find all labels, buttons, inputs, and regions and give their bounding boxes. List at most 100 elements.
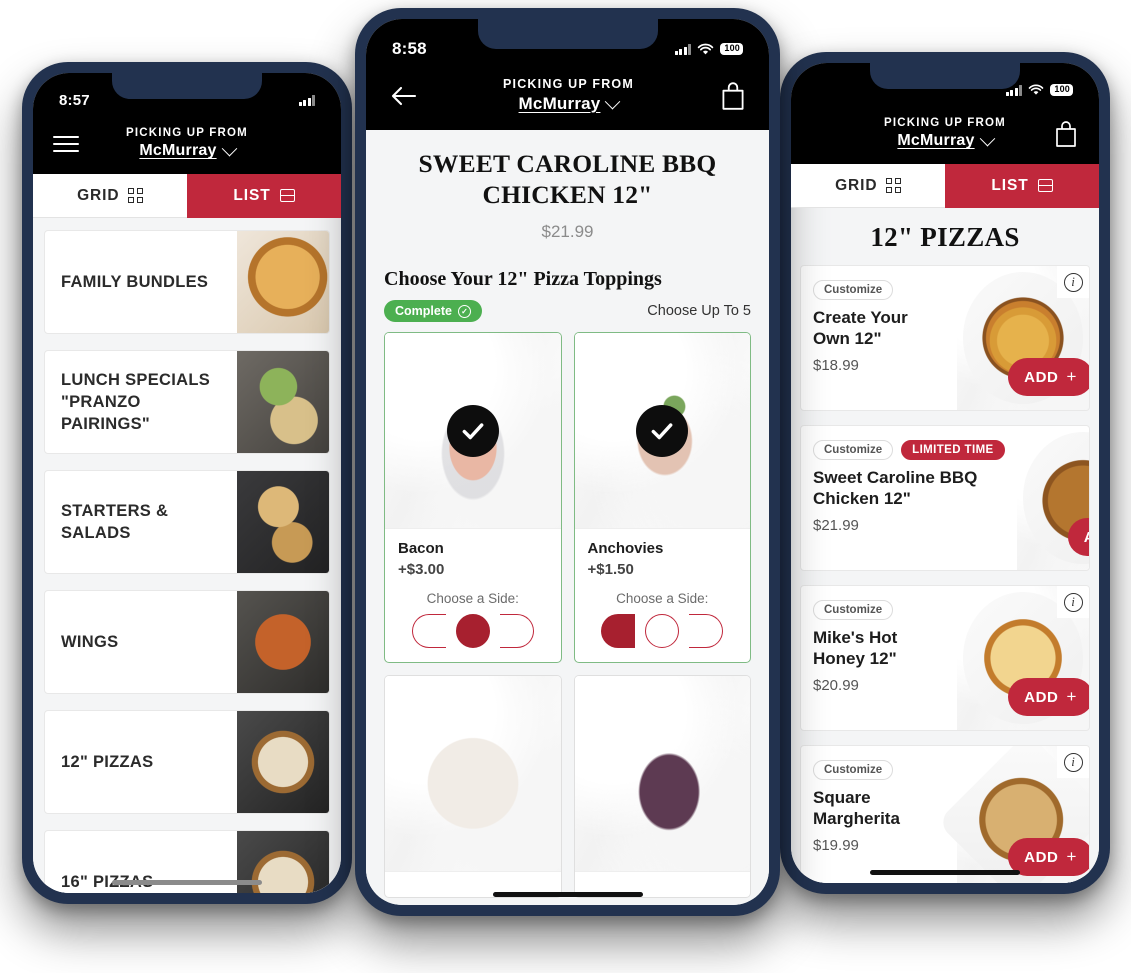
category-list[interactable]: FAMILY BUNDLES LUNCH SPECIALS "PRANZO PA… [33,218,341,893]
add-button[interactable]: ADD + [1008,678,1089,716]
menu-item-row[interactable]: Customize Create Your Own 12" $18.99 i A… [800,265,1090,411]
add-button-label: ADD [1024,688,1059,706]
tab-list[interactable]: LIST [945,164,1099,208]
selected-check-icon [636,404,689,457]
topping-card[interactable]: Anchovies +$1.50 Choose a Side: [573,332,751,664]
back-arrow-icon[interactable] [388,85,418,107]
right-phone-screen: 100 PICKING UP FROM McMurray GRID LIST 1… [791,63,1099,883]
category-row[interactable]: 12" PIZZAS [44,710,330,814]
right-phone-notch [870,63,1020,89]
customize-chip[interactable]: Customize [813,600,894,620]
status-time: 8:58 [392,39,427,58]
category-thumbnail [237,231,329,333]
left-phone: 8:57 PICKING UP FROM McMurray GRID LIST … [22,62,352,904]
tab-grid[interactable]: GRID [791,164,945,208]
item-details: Customize Mike's Hot Honey 12" $20.99 [801,586,957,730]
tab-grid[interactable]: GRID [33,174,187,218]
hamburger-icon[interactable] [53,135,79,152]
category-row[interactable]: STARTERS & SALADS [44,470,330,574]
store-name: McMurray [518,94,601,113]
tab-list[interactable]: LIST [187,174,341,218]
side-left-half[interactable] [411,614,446,649]
store-selector[interactable]: McMurray [139,140,237,160]
item-price: $20.99 [813,676,859,694]
category-label: LUNCH SPECIALS "PRANZO PAIRINGS" [61,370,211,434]
side-right-half[interactable] [689,614,724,649]
add-button[interactable]: ADD + [1008,358,1089,396]
category-label: 12" PIZZAS [61,752,154,771]
detail-header: SWEET CAROLINE BBQ CHICKEN 12" $21.99 [366,130,769,250]
detail-price: $21.99 [541,222,594,242]
category-label: FAMILY BUNDLES [61,272,209,291]
item-price: $21.99 [813,516,859,534]
category-thumbnail [237,471,329,573]
item-list[interactable]: Customize Create Your Own 12" $18.99 i A… [791,265,1099,883]
add-button[interactable]: ADD + [1008,838,1089,876]
topping-card[interactable] [384,675,562,899]
category-thumbnail [237,711,329,813]
shopping-bag-icon[interactable] [1053,119,1079,149]
item-chips: Customize [813,280,945,300]
info-icon[interactable]: i [1057,586,1089,618]
category-row[interactable]: WINGS [44,590,330,694]
limited-time-badge: LIMITED TIME [901,440,1005,460]
store-selector[interactable]: McMurray [518,93,621,114]
side-selector[interactable] [398,614,548,649]
info-icon[interactable]: i [1057,266,1089,298]
topping-image [385,676,561,873]
info-icon[interactable]: i [1057,746,1089,778]
plus-icon: + [1066,367,1077,386]
category-row[interactable]: LUNCH SPECIALS "PRANZO PAIRINGS" [44,350,330,454]
left-pickup-block: PICKING UP FROM McMurray [79,127,295,160]
side-right-half[interactable] [499,614,534,649]
home-indicator [870,869,1020,875]
topping-grid[interactable]: Bacon +$3.00 Choose a Side: Anchovies +$… [366,322,769,905]
customize-chip[interactable]: Customize [813,280,894,300]
status-indicators: 100 [674,43,743,56]
item-thumbnail: i ADD + [936,746,1089,883]
check-circle-icon: ✓ [457,304,471,318]
center-app-bar: PICKING UP FROM McMurray [366,71,769,130]
side-whole[interactable] [455,614,490,649]
chevron-down-icon [605,93,621,109]
menu-item-row[interactable]: Customize Square Margherita $19.99 i ADD… [800,745,1090,883]
store-selector[interactable]: McMurray [897,130,995,150]
category-row[interactable]: FAMILY BUNDLES [44,230,330,334]
modifier-group-title: Choose Your 12" Pizza Toppings [384,268,662,291]
status-indicators: 100 [1005,84,1073,96]
item-details: Customize Create Your Own 12" $18.99 [801,266,957,410]
section-title: 12" PIZZAS [791,208,1099,265]
customize-chip[interactable]: Customize [813,760,894,780]
side-whole[interactable] [645,614,680,649]
item-chips: Customize [813,600,945,620]
side-selector[interactable] [588,614,738,649]
topping-card[interactable] [573,675,751,899]
plus-icon: + [1066,687,1077,706]
signal-icon [298,94,315,106]
olives-image [595,699,729,848]
customize-chip[interactable]: Customize [813,440,894,460]
item-details: Customize Square Margherita $19.99 [801,746,957,883]
tab-grid-label: GRID [77,186,120,204]
item-price: $19.99 [813,836,859,854]
side-left-half[interactable] [601,614,636,649]
status-badge: Complete ✓ [384,300,482,323]
item-name: Sweet Caroline BBQ Chicken 12" [813,468,978,509]
status-badge-label: Complete [395,304,452,319]
item-detail-panel: SWEET CAROLINE BBQ CHICKEN 12" $21.99 Ch… [366,130,769,905]
battery-icon: 100 [1050,84,1073,96]
item-thumbnail: i ADD + [1016,426,1089,570]
item-details: Customize LIMITED TIME Sweet Caroline BB… [801,426,1017,570]
category-label: WINGS [61,632,119,651]
item-name: Square Margherita [813,788,900,829]
right-phone: 100 PICKING UP FROM McMurray GRID LIST 1… [780,52,1110,894]
topping-name: Bacon [398,540,444,558]
item-chips: Customize LIMITED TIME [813,440,1005,460]
pickup-label: PICKING UP FROM [126,127,248,139]
menu-item-row[interactable]: Customize LIMITED TIME Sweet Caroline BB… [800,425,1090,571]
shopping-bag-icon[interactable] [719,80,747,112]
phones-showcase: 8:57 PICKING UP FROM McMurray GRID LIST … [0,0,1131,973]
battery-icon: 100 [720,43,743,55]
topping-card[interactable]: Bacon +$3.00 Choose a Side: [384,332,562,664]
menu-item-row[interactable]: Customize Mike's Hot Honey 12" $20.99 i … [800,585,1090,731]
